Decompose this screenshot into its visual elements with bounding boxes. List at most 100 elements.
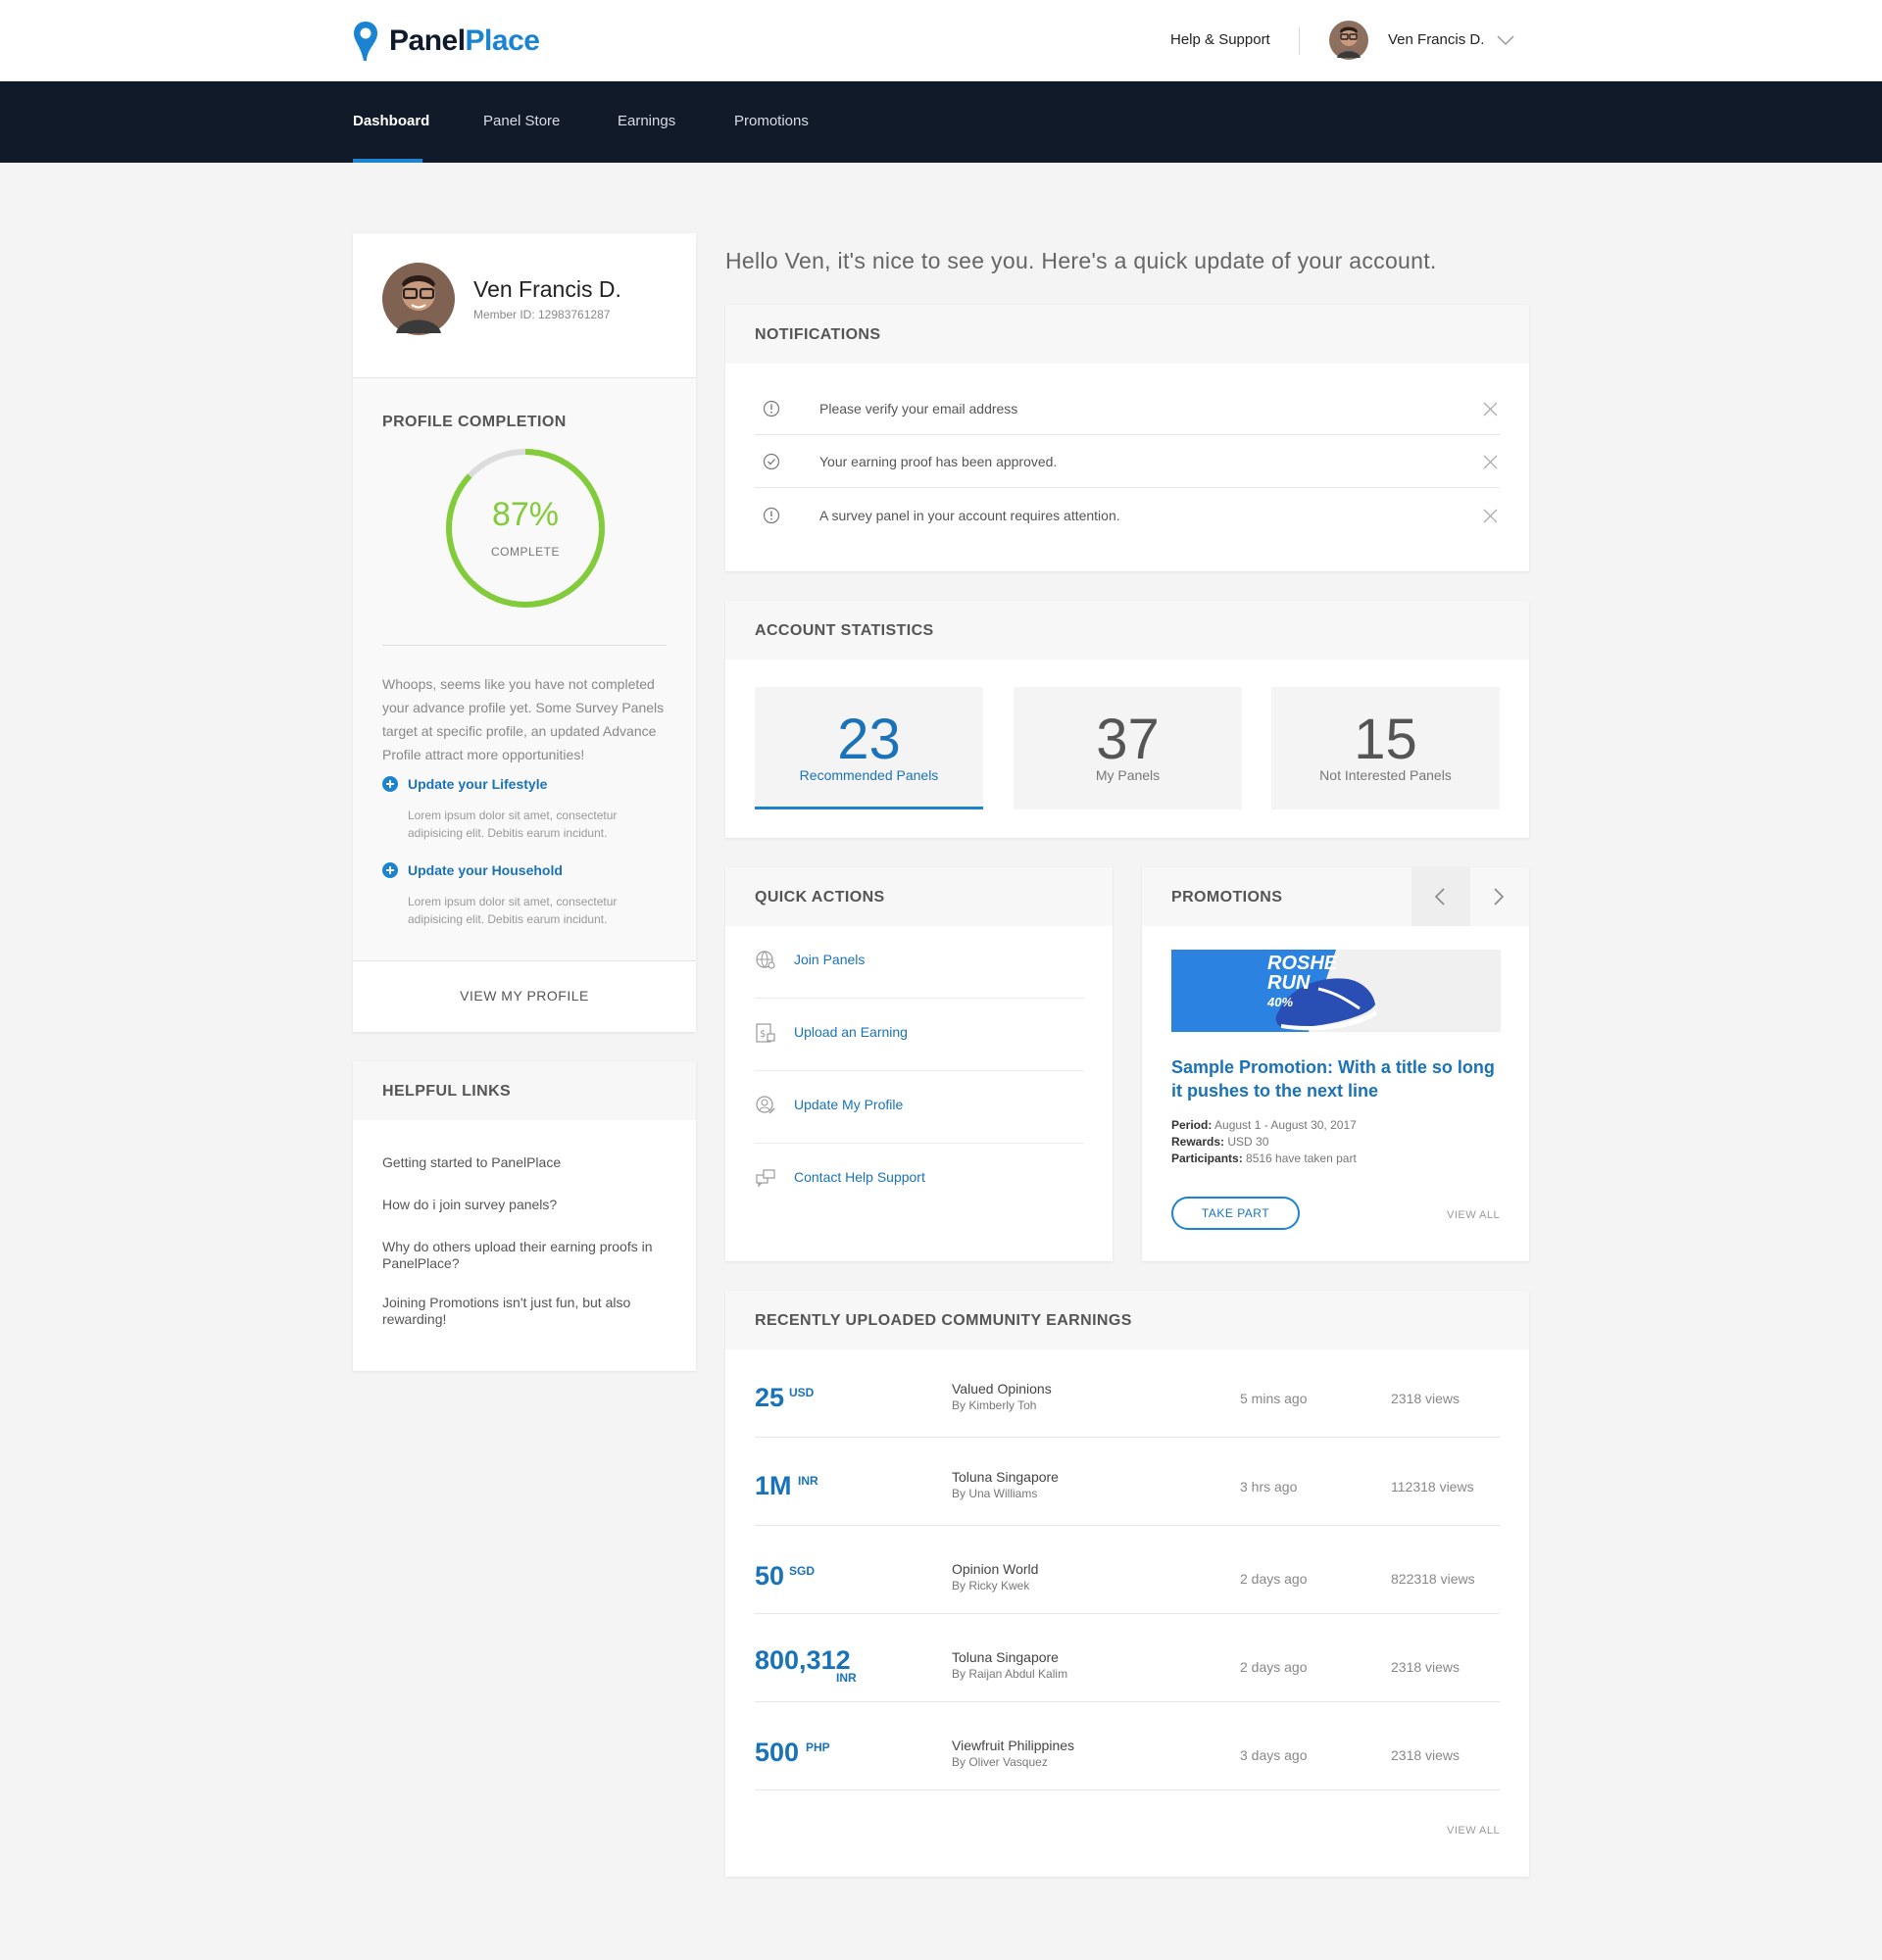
greeting-text: Hello Ven, it's nice to see you. Here's … — [725, 248, 1437, 273]
chat-bubbles-icon — [756, 1169, 775, 1188]
quick-actions-title: QUICK ACTIONS — [755, 889, 885, 906]
quick-action-contact-support[interactable]: Contact Help Support — [755, 1144, 1084, 1216]
logo[interactable]: PanelPlace — [352, 20, 540, 63]
check-circle-icon — [763, 453, 780, 470]
take-part-button[interactable]: TAKE PART — [1171, 1197, 1300, 1230]
nav-active-indicator — [353, 159, 422, 163]
earning-time: 3 hrs ago — [1240, 1479, 1298, 1494]
notifications-list: Please verify your email address Your ea… — [725, 305, 1529, 571]
account-statistics-card: ACCOUNT STATISTICS 23 Recommended Panels… — [725, 601, 1529, 838]
profile-edit-icon — [756, 1096, 775, 1114]
notification-item[interactable]: A survey panel in your account requires … — [755, 489, 1500, 542]
plus-circle-icon — [382, 862, 398, 878]
nav-promotions[interactable]: Promotions — [734, 113, 809, 129]
alert-circle-icon — [763, 400, 780, 417]
logo-text-panel: Panel — [389, 24, 466, 57]
notification-text: Please verify your email address — [819, 401, 1018, 416]
earning-time: 2 days ago — [1240, 1571, 1308, 1587]
promo-title[interactable]: Sample Promotion: With a title so long i… — [1171, 1055, 1501, 1102]
helpful-link-1[interactable]: Getting started to PanelPlace — [382, 1154, 667, 1171]
earnings-view-all-link[interactable]: VIEW ALL — [1447, 1825, 1500, 1837]
earning-currency: SGD — [789, 1564, 816, 1578]
update-lifestyle-label: Update your Lifestyle — [408, 776, 548, 792]
earning-author: By Raijan Abdul Kalim — [952, 1667, 1068, 1681]
completion-label: COMPLETE — [490, 545, 560, 559]
quick-actions-card: QUICK ACTIONS Join Panels $ Upload an Ea… — [725, 867, 1113, 1261]
nav-dashboard[interactable]: Dashboard — [353, 113, 429, 129]
promo-rewards-value: USD 30 — [1227, 1135, 1269, 1149]
update-lifestyle-link[interactable]: Update your Lifestyle — [382, 776, 547, 792]
notification-item[interactable]: Your earning proof has been approved. — [755, 435, 1500, 488]
stat-value: 37 — [1096, 708, 1160, 771]
profile-avatar — [382, 263, 455, 335]
helpful-links-card: HELPFUL LINKS Getting started to PanelPl… — [353, 1061, 696, 1371]
earning-row[interactable]: 25 USD Valued Opinions By Kimberly Toh 5… — [755, 1349, 1500, 1438]
stat-label: Not Interested Panels — [1319, 767, 1452, 783]
stat-value: 23 — [837, 708, 901, 771]
close-icon[interactable] — [1483, 402, 1498, 416]
earning-author: By Una Williams — [952, 1487, 1038, 1500]
close-icon[interactable] — [1483, 509, 1498, 523]
quick-action-join-panels[interactable]: Join Panels — [755, 926, 1084, 999]
chevron-down-icon[interactable] — [1497, 34, 1514, 46]
profile-name: Ven Francis D. — [473, 276, 621, 302]
earning-row[interactable]: 1M INR Toluna Singapore By Una Williams … — [755, 1438, 1500, 1526]
earning-views: 2318 views — [1391, 1747, 1461, 1763]
update-household-link[interactable]: Update your Household — [382, 862, 563, 878]
earning-time: 3 days ago — [1240, 1747, 1308, 1763]
nav-panel-store[interactable]: Panel Store — [483, 113, 560, 129]
earning-author: By Kimberly Toh — [952, 1398, 1037, 1412]
stat-recommended-panels[interactable]: 23 Recommended Panels — [755, 687, 983, 809]
promo-participants: Participants: 8516 have taken part — [1171, 1152, 1501, 1165]
profile-card: Ven Francis D. Member ID: 12983761287 PR… — [353, 233, 696, 1032]
earning-row[interactable]: 800,312 INR Toluna Singapore By Raijan A… — [755, 1614, 1500, 1702]
divider — [382, 645, 667, 646]
globe-user-icon — [756, 951, 775, 969]
stat-not-interested-panels[interactable]: 15 Not Interested Panels — [1271, 687, 1500, 809]
earning-source: Viewfruit Philippines — [952, 1738, 1075, 1753]
helpful-links-title: HELPFUL LINKS — [382, 1083, 512, 1100]
earning-author: By Oliver Vasquez — [952, 1755, 1048, 1769]
quick-action-update-profile[interactable]: Update My Profile — [755, 1071, 1084, 1144]
card-header: ACCOUNT STATISTICS — [725, 601, 1529, 660]
top-header: PanelPlace Help & Support Ven Francis D. — [0, 0, 1882, 81]
promo-banner-text: RUN — [1267, 972, 1311, 994]
header-divider — [1299, 27, 1300, 55]
promo-next-button[interactable] — [1470, 867, 1529, 926]
helpful-link-4[interactable]: Joining Promotions isn't just fun, but a… — [382, 1295, 667, 1328]
close-icon[interactable] — [1483, 455, 1498, 469]
chevron-right-icon — [1494, 888, 1505, 906]
helpful-link-2[interactable]: How do i join survey panels? — [382, 1197, 667, 1213]
completion-message: Whoops, seems like you have not complete… — [382, 676, 665, 762]
promo-period: Period: August 1 - August 30, 2017 — [1171, 1118, 1501, 1132]
notification-item[interactable]: Please verify your email address — [755, 382, 1500, 435]
promo-view-all-link[interactable]: VIEW ALL — [1447, 1209, 1500, 1221]
view-my-profile-button[interactable]: VIEW MY PROFILE — [353, 988, 696, 1004]
promo-rewards-label: Rewards: — [1171, 1135, 1225, 1149]
promo-banner-text: ROSHE — [1267, 953, 1338, 974]
earning-row[interactable]: 500 PHP Viewfruit Philippines By Oliver … — [755, 1702, 1500, 1790]
user-avatar[interactable] — [1329, 21, 1368, 60]
help-support-link[interactable]: Help & Support — [1170, 31, 1270, 48]
earning-currency: INR — [836, 1671, 857, 1685]
promo-banner-image[interactable]: ROSHE RUN 40% — [1171, 950, 1501, 1032]
account-statistics-title: ACCOUNT STATISTICS — [755, 622, 934, 639]
notification-text: Your earning proof has been approved. — [819, 454, 1058, 469]
earning-amount: 500 — [755, 1738, 800, 1767]
promo-prev-button[interactable] — [1412, 867, 1470, 926]
earning-row[interactable]: 50 SGD Opinion World By Ricky Kwek 2 day… — [755, 1526, 1500, 1614]
profile-completion-title: PROFILE COMPLETION — [382, 414, 567, 430]
quick-action-upload-earning[interactable]: $ Upload an Earning — [755, 999, 1084, 1071]
promo-participants-value: 8516 have taken part — [1246, 1152, 1357, 1165]
svg-text:$: $ — [760, 1029, 766, 1040]
earning-source: Opinion World — [952, 1561, 1039, 1577]
earning-currency: USD — [789, 1386, 815, 1399]
header-user-name[interactable]: Ven Francis D. — [1388, 31, 1484, 48]
quick-action-label: Update My Profile — [794, 1097, 904, 1112]
nav-earnings[interactable]: Earnings — [618, 113, 675, 129]
stat-my-panels[interactable]: 37 My Panels — [1014, 687, 1242, 809]
promo-period-label: Period: — [1171, 1118, 1213, 1132]
update-lifestyle-desc: Lorem ipsum dolor sit amet, consectetur … — [408, 808, 618, 840]
helpful-link-3[interactable]: Why do others upload their earning proof… — [382, 1239, 667, 1272]
earning-amount: 50 — [755, 1561, 785, 1591]
